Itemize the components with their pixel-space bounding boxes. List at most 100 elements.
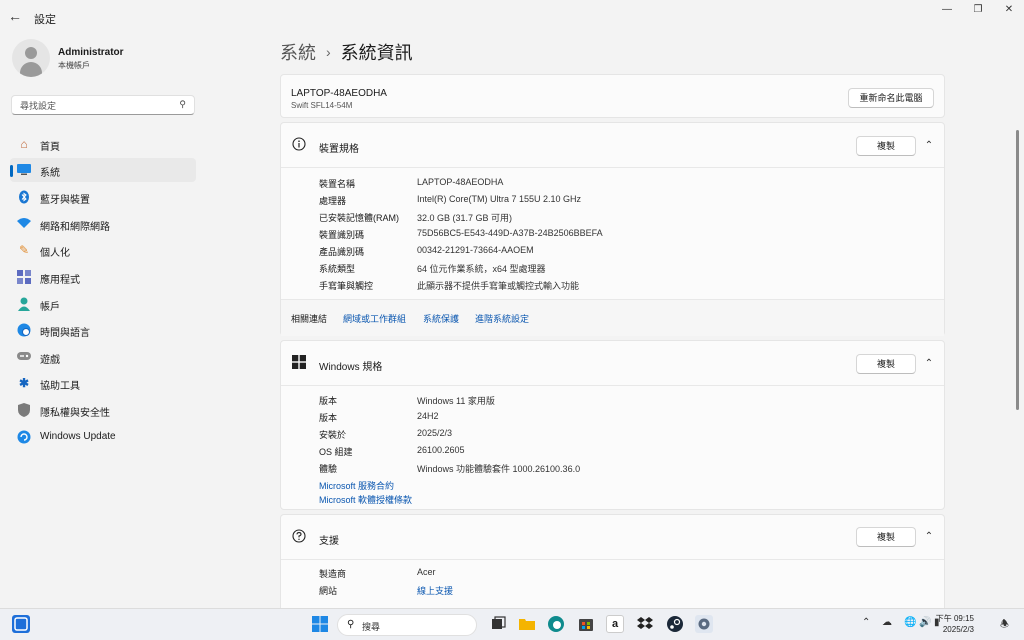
sidebar-item-accounts[interactable]: 帳戶 (10, 292, 196, 316)
windows-specs-header[interactable]: Windows 規格 複製 ⌃ (281, 341, 946, 387)
speaker-icon[interactable]: 🔊 (919, 617, 931, 628)
file-explorer-icon[interactable] (518, 615, 536, 633)
sidebar-item-privacy[interactable]: 隱私權與安全性 (10, 398, 196, 422)
link-advanced-system-settings[interactable]: 進階系統設定 (475, 312, 529, 325)
link-domain-workgroup[interactable]: 網域或工作群組 (343, 312, 406, 325)
pc-name-card: LAPTOP-48AEODHA Swift SFL14-54M 重新命名此電腦 (280, 74, 945, 118)
scrollbar[interactable] (1016, 130, 1019, 410)
sidebar-item-system[interactable]: 系統 (10, 158, 196, 182)
spec-value: 26100.2605 (417, 445, 465, 455)
sidebar-item-label: 應用程式 (40, 275, 80, 286)
cloud-icon[interactable]: ☁ (882, 617, 892, 628)
spec-label: 裝置識別碼 (319, 230, 365, 240)
link-online-support[interactable]: 線上支援 (417, 584, 453, 597)
chevron-up-icon[interactable]: ⌃ (922, 140, 936, 151)
settings-gear-icon[interactable] (695, 615, 713, 633)
minimize-icon[interactable]: — (936, 4, 958, 18)
spec-label: 手寫筆與觸控 (319, 281, 374, 291)
spec-value: 24H2 (417, 411, 439, 421)
spec-value: 此顯示器不提供手寫筆或觸控式輸入功能 (417, 281, 580, 291)
sidebar-item-bluetooth[interactable]: 藍牙與裝置 (10, 185, 196, 209)
device-specs-header[interactable]: 裝置規格 複製 ⌃ (281, 123, 946, 169)
sidebar-item-windows-update[interactable]: Windows Update (10, 425, 196, 449)
spec-value: Intel(R) Core(TM) Ultra 7 155U 2.10 GHz (417, 194, 582, 204)
breadcrumb-parent[interactable]: 系統 (280, 43, 316, 63)
copy-support-button[interactable]: 複製 (856, 527, 916, 547)
search-input[interactable] (20, 99, 170, 112)
info-icon (292, 137, 306, 151)
bluetooth-icon (17, 190, 31, 204)
store-icon[interactable] (577, 615, 595, 633)
sidebar-item-label: 系統 (40, 168, 60, 179)
breadcrumb-separator: › (326, 44, 331, 60)
sidebar-item-label: 首頁 (40, 142, 60, 153)
selection-indicator (10, 165, 13, 177)
edge-browser-icon[interactable] (547, 615, 565, 633)
sidebar-item-label: 時間與語言 (40, 328, 90, 339)
widgets-icon[interactable] (12, 615, 30, 633)
spec-label: 產品識別碼 (319, 247, 365, 257)
chevron-up-icon[interactable]: ⌃ (922, 531, 936, 542)
sidebar-item-label: 藍牙與裝置 (40, 195, 90, 206)
spec-label: 裝置名稱 (319, 179, 356, 189)
copy-windows-specs-button[interactable]: 複製 (856, 354, 916, 374)
start-icon[interactable] (311, 615, 329, 633)
support-header[interactable]: 支援 複製 ⌃ (281, 515, 946, 561)
spec-value: LAPTOP-48AEODHA (417, 177, 504, 187)
home-icon: ⌂ (20, 137, 28, 151)
avatar[interactable] (12, 39, 50, 77)
clock[interactable]: 下午 09:15 2025/2/3 (936, 613, 974, 635)
related-links-label: 相關連結 (291, 314, 328, 324)
clock-date: 2025/2/3 (942, 625, 974, 634)
sidebar-item-personalization[interactable]: ✎ 個人化 (10, 238, 196, 262)
amazon-icon[interactable]: a (606, 615, 624, 633)
sidebar-item-apps[interactable]: 應用程式 (10, 265, 196, 289)
maximize-icon[interactable]: ❐ (967, 4, 989, 18)
person-icon (17, 297, 31, 311)
wifi-icon (17, 217, 31, 231)
sidebar-item-network[interactable]: 網路和網際網路 (10, 212, 196, 236)
spec-value: Windows 11 家用版 (417, 396, 495, 406)
sidebar-item-gaming[interactable]: 遊戲 (10, 345, 196, 369)
task-view-icon[interactable] (489, 615, 507, 633)
system-icon (17, 163, 31, 177)
shield-icon (17, 403, 31, 417)
chevron-up-icon[interactable]: ⌃ (862, 617, 870, 628)
rename-pc-button[interactable]: 重新命名此電腦 (848, 88, 934, 108)
chevron-up-icon[interactable]: ⌃ (922, 358, 936, 369)
pc-model: Swift SFL14-54M (291, 101, 353, 110)
spec-value: Acer (417, 567, 436, 577)
sidebar-item-home[interactable]: ⌂ 首頁 (10, 132, 196, 156)
title-bar: ← 設定 — ❐ ✕ (0, 0, 1024, 32)
globe-icon[interactable]: 🌐 (904, 617, 916, 628)
spec-label: 版本 (319, 396, 338, 406)
link-microsoft-software-license[interactable]: Microsoft 軟體授權條款 (319, 493, 412, 506)
spec-label: 系統類型 (319, 264, 356, 274)
steam-icon[interactable] (666, 615, 684, 633)
notification-bell-icon[interactable]: 🕭 (1000, 617, 1009, 634)
taskbar-search[interactable]: ⚲ 搜尋 (337, 614, 477, 636)
dropbox-icon[interactable] (636, 615, 654, 633)
section-title: 裝置規格 (319, 144, 359, 155)
spec-value: 64 位元作業系統，x64 型處理器 (417, 264, 546, 274)
sidebar-item-label: 協助工具 (40, 381, 80, 392)
section-title: 支援 (319, 536, 339, 547)
settings-search-box[interactable]: ⚲ (11, 95, 195, 115)
link-microsoft-services-agreement[interactable]: Microsoft 服務合約 (319, 479, 394, 492)
sidebar-item-accessibility[interactable]: ✱ 協助工具 (10, 371, 196, 395)
spec-value: 75D56BC5-E543-449D-A37B-24B2506BBEFA (417, 228, 603, 238)
spec-label: 網站 (319, 586, 338, 596)
clock-time: 下午 09:15 (935, 614, 974, 623)
copy-device-specs-button[interactable]: 複製 (856, 136, 916, 156)
avatar-body (20, 62, 42, 77)
back-arrow-icon[interactable]: ← (8, 9, 24, 23)
sidebar-item-time-language[interactable]: 時間與語言 (10, 318, 196, 342)
spec-label: 已安裝記憶體(RAM) (319, 213, 399, 223)
divider (281, 167, 944, 168)
link-system-protection[interactable]: 系統保護 (423, 312, 459, 325)
sidebar-item-label: 隱私權與安全性 (40, 408, 110, 419)
spec-label: 體驗 (319, 464, 338, 474)
globe-clock-icon (17, 323, 31, 337)
close-icon[interactable]: ✕ (998, 4, 1020, 18)
sidebar-item-label: 帳戶 (40, 302, 60, 313)
